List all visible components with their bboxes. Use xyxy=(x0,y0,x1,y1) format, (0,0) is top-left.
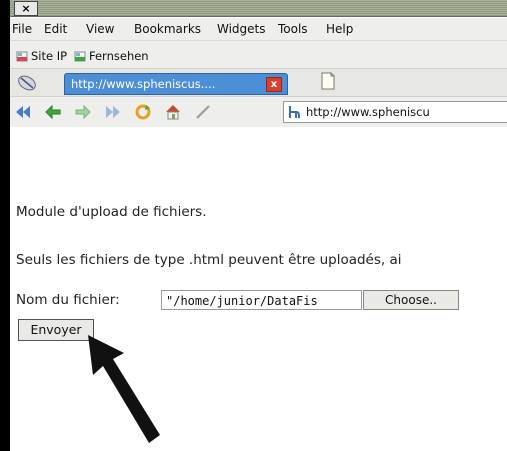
menu-view[interactable]: View xyxy=(86,22,114,36)
url-text: http://www.spheniscu xyxy=(306,105,430,119)
menu-help[interactable]: Help xyxy=(326,22,353,36)
menu-bar: File Edit View Bookmarks Widgets Tools H… xyxy=(10,18,507,40)
address-bar[interactable]: http://www.spheniscu xyxy=(283,101,507,123)
bookmark-site-ip[interactable]: Site IP xyxy=(16,49,67,63)
menu-widgets[interactable]: Widgets xyxy=(217,22,266,36)
menu-tools[interactable]: Tools xyxy=(278,22,308,36)
bookmarks-bar: Site IP Fernsehen xyxy=(10,40,507,69)
bookmark-label: Fernsehen xyxy=(89,49,149,63)
edit-icon[interactable] xyxy=(194,103,212,121)
page-title: Module d'upload de fichiers. xyxy=(16,204,207,220)
menu-edit[interactable]: Edit xyxy=(44,22,67,36)
window-title-bar[interactable]: × xyxy=(10,0,507,17)
mouse-pointer-arrow-icon xyxy=(88,335,160,443)
tab-list-icon[interactable] xyxy=(16,73,38,93)
reload-icon[interactable] xyxy=(134,103,152,121)
menu-file[interactable]: File xyxy=(12,22,32,36)
tab-close-button[interactable]: x xyxy=(266,77,282,92)
back-icon[interactable] xyxy=(44,103,62,121)
window-left-border xyxy=(0,0,10,451)
forward-icon[interactable] xyxy=(74,103,92,121)
rewind-icon[interactable] xyxy=(14,103,32,121)
bookmark-icon xyxy=(16,51,28,62)
menu-bookmarks[interactable]: Bookmarks xyxy=(134,22,201,36)
close-window-button[interactable]: × xyxy=(14,1,38,16)
new-tab-icon[interactable] xyxy=(320,72,336,90)
bookmark-label: Site IP xyxy=(31,49,68,63)
navigation-bar: http://www.spheniscu xyxy=(10,96,507,128)
bookmark-icon xyxy=(74,51,86,62)
fast-forward-icon[interactable] xyxy=(104,103,122,121)
bookmark-fernsehen[interactable]: Fernsehen xyxy=(74,49,149,63)
site-favicon-icon xyxy=(289,106,300,119)
choose-file-button[interactable]: Choose.. xyxy=(363,290,459,310)
tab-bar: http://www.spheniscus.... x xyxy=(10,68,507,97)
tab-active[interactable]: http://www.spheniscus.... x xyxy=(64,73,288,95)
home-icon[interactable] xyxy=(164,103,182,121)
info-text: Seuls les fichiers de type .html peuvent… xyxy=(16,252,402,268)
file-path-input[interactable]: "/home/junior/DataFis xyxy=(161,290,362,310)
page-content: Module d'upload de fichiers. Seuls les f… xyxy=(10,127,507,451)
file-label: Nom du fichier: xyxy=(16,292,120,308)
tab-label: http://www.spheniscus.... xyxy=(71,77,216,91)
